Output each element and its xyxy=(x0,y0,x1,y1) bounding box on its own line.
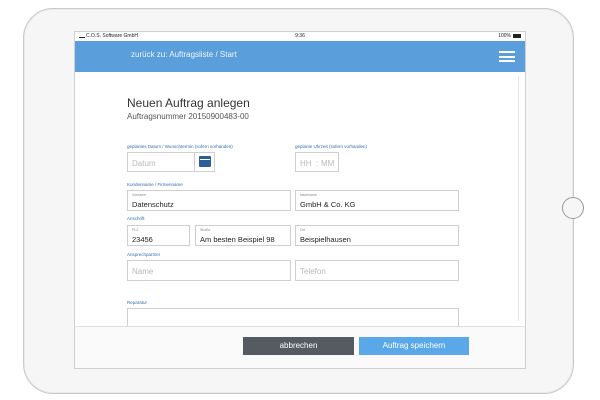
phone-input[interactable]: Telefon xyxy=(295,260,459,281)
clock: 9:36 xyxy=(295,33,305,39)
last-name-value: GmbH & Co. KG xyxy=(300,200,356,209)
scrollbar[interactable] xyxy=(518,76,519,321)
cancel-button[interactable]: abbrechen xyxy=(243,337,354,355)
first-name-field[interactable]: Vorname Datenschutz xyxy=(127,190,291,211)
date-input[interactable]: Datum xyxy=(127,152,215,172)
date-placeholder: Datum xyxy=(132,159,156,168)
time-label: geplante Uhrzeit (sofern vorhanden) xyxy=(295,144,368,149)
city-sublabel: Ort xyxy=(300,228,305,232)
contact-name-input[interactable]: Name xyxy=(127,260,291,281)
hamburger-menu-icon[interactable] xyxy=(499,51,515,62)
customer-label: Kundenname / Firmenname xyxy=(127,182,183,187)
address-label: Anschrift xyxy=(127,216,145,221)
street-sublabel: Straße xyxy=(200,228,211,232)
first-name-value: Datenschutz xyxy=(132,200,174,209)
calendar-icon xyxy=(199,156,211,167)
zip-sublabel: PLZ xyxy=(132,228,139,232)
street-value: Am besten Beispiel 98 xyxy=(200,235,275,244)
zip-value: 23456 xyxy=(132,235,153,244)
save-order-button[interactable]: Auftrag speichern xyxy=(359,337,469,355)
nav-bar: zurück zu: Auftragsliste / Start xyxy=(75,41,525,72)
battery-icon xyxy=(513,33,521,38)
home-button[interactable] xyxy=(562,197,584,219)
time-input[interactable]: HH : MM xyxy=(295,152,339,172)
phone-placeholder: Telefon xyxy=(300,267,326,276)
last-name-field[interactable]: Nachname GmbH & Co. KG xyxy=(295,190,459,211)
battery: 100% xyxy=(498,32,521,41)
zip-field[interactable]: PLZ 23456 xyxy=(127,225,190,246)
contact-label: Ansprechpartner xyxy=(127,252,161,257)
order-number: Auftragsnummer 20150900483-00 xyxy=(127,112,249,121)
repair-label: Reparatur xyxy=(127,300,148,305)
status-bar: C.O.S. Software GmbH 9:36 100% xyxy=(75,32,525,41)
street-field[interactable]: Straße Am besten Beispiel 98 xyxy=(195,225,291,246)
first-name-sublabel: Vorname xyxy=(132,193,147,197)
city-value: Beispielhausen xyxy=(300,235,351,244)
minute-placeholder: MM xyxy=(321,159,335,168)
page-title: Neuen Auftrag anlegen xyxy=(127,96,250,110)
hour-placeholder: HH xyxy=(300,159,312,168)
footer-bar: abbrechen Auftrag speichern xyxy=(75,326,525,368)
contact-name-placeholder: Name xyxy=(132,267,154,276)
calendar-button[interactable] xyxy=(194,153,214,171)
time-separator: : xyxy=(316,159,319,168)
app-screen: C.O.S. Software GmbH 9:36 100% zurück zu… xyxy=(74,31,526,369)
city-field[interactable]: Ort Beispielhausen xyxy=(295,225,459,246)
last-name-sublabel: Nachname xyxy=(300,193,317,197)
date-label: geplantes Datum / Wunschtermin (sofern v… xyxy=(127,144,233,149)
back-link[interactable]: zurück zu: Auftragsliste / Start xyxy=(131,50,237,59)
